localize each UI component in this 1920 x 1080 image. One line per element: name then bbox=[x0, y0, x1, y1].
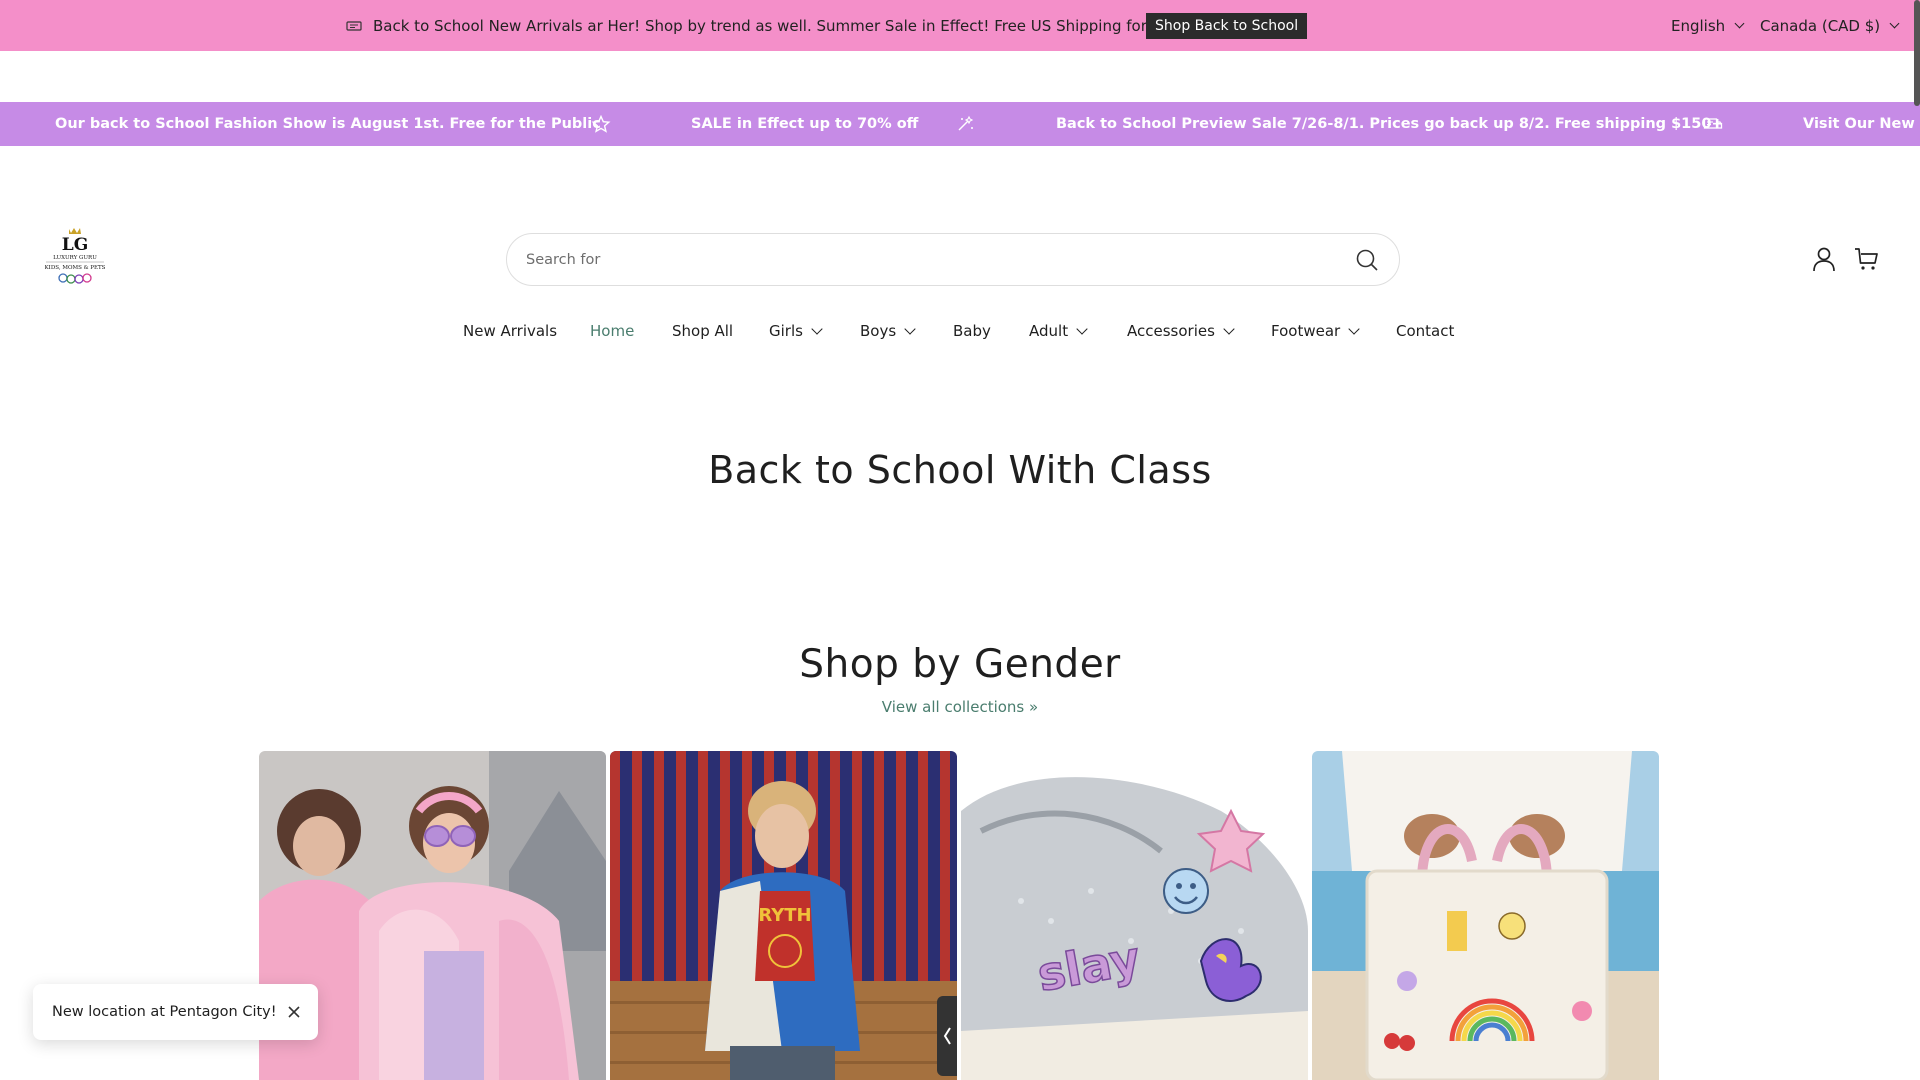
chevron-down-icon bbox=[904, 323, 916, 335]
nav-item-adult[interactable]: Adult bbox=[1029, 318, 1088, 344]
nav-item-footwear[interactable]: Footwear bbox=[1271, 318, 1360, 344]
view-all-collections-link[interactable]: View all collections » bbox=[0, 698, 1920, 716]
side-panel-toggle[interactable] bbox=[937, 996, 957, 1076]
marquee-item: Our back to School Fashion Show is Augus… bbox=[55, 116, 601, 132]
sparkle-icon bbox=[958, 115, 974, 131]
accessories-collection-image bbox=[1312, 751, 1659, 1080]
language-label: English bbox=[1671, 16, 1726, 35]
nav-item-baby[interactable]: Baby bbox=[953, 318, 991, 344]
nav-label: Girls bbox=[769, 322, 803, 340]
store-logo[interactable]: LG LUXURY GURU KIDS, MOMS & PETS bbox=[40, 226, 110, 288]
nav-item-new-arrivals[interactable]: New Arrivals bbox=[463, 318, 557, 344]
nav-label: Contact bbox=[1396, 322, 1455, 340]
chevron-down-icon bbox=[1223, 323, 1235, 335]
shop-back-to-school-button[interactable]: Shop Back to School bbox=[1146, 13, 1308, 39]
star-icon bbox=[591, 115, 611, 133]
currency-label: Canada (CAD $) bbox=[1760, 16, 1881, 35]
nav-item-girls[interactable]: Girls bbox=[769, 318, 823, 344]
svg-text:RYTH: RYTH bbox=[758, 905, 811, 926]
marquee-item: Back to School Preview Sale 7/26-8/1. Pr… bbox=[1056, 116, 1724, 132]
chevron-left-icon bbox=[943, 1027, 951, 1045]
ticket-icon bbox=[346, 20, 362, 32]
nav-item-contact[interactable]: Contact bbox=[1396, 318, 1454, 344]
nav-item-shop-all[interactable]: Shop All bbox=[672, 318, 733, 344]
search-input[interactable] bbox=[526, 251, 1326, 268]
nav-label: New Arrivals bbox=[463, 322, 558, 340]
nav-label: Home bbox=[590, 322, 635, 340]
nav-label: Boys bbox=[860, 322, 897, 340]
search-bar bbox=[506, 233, 1400, 286]
chevron-down-icon bbox=[811, 323, 823, 335]
truck-icon bbox=[1703, 118, 1723, 129]
svg-text:LG: LG bbox=[62, 235, 88, 255]
hero-title: Back to School With Class bbox=[708, 448, 1212, 492]
chevron-down-icon bbox=[1889, 18, 1900, 29]
announcement-text: Back to School New Arrivals ar Her! Shop… bbox=[373, 16, 1217, 35]
nav-label: Footwear bbox=[1271, 322, 1341, 340]
promo-marquee: Our back to School Fashion Show is Augus… bbox=[0, 102, 1920, 146]
nav-label: Shop All bbox=[672, 322, 734, 340]
toast-message: New location at Pentagon City! bbox=[52, 1004, 277, 1020]
chevron-down-icon bbox=[1348, 323, 1360, 335]
marquee-item: SALE in Effect up to 70% off bbox=[691, 116, 919, 132]
search-icon[interactable] bbox=[1355, 248, 1379, 272]
svg-text:KIDS, MOMS & PETS: KIDS, MOMS & PETS bbox=[45, 265, 106, 271]
footwear-collection-image: slay bbox=[961, 751, 1308, 1080]
collection-card-boys[interactable]: RYTH bbox=[610, 751, 957, 1080]
language-selector[interactable]: English bbox=[1671, 0, 1745, 51]
nav-label: Accessories bbox=[1127, 322, 1215, 340]
location-toast: New location at Pentagon City! bbox=[33, 984, 318, 1040]
svg-text:LUXURY GURU: LUXURY GURU bbox=[53, 255, 97, 261]
collection-card-accessories[interactable] bbox=[1312, 751, 1659, 1080]
section-title: Shop by Gender bbox=[799, 642, 1121, 687]
boys-collection-image: RYTH bbox=[610, 751, 957, 1080]
announcement-bar: Back to School New Arrivals ar Her! Shop… bbox=[0, 0, 1920, 51]
chevron-down-icon bbox=[1076, 323, 1088, 335]
chevron-down-icon bbox=[1734, 18, 1745, 29]
nav-label: Baby bbox=[953, 322, 991, 340]
account-icon[interactable] bbox=[1811, 246, 1837, 272]
nav-item-boys[interactable]: Boys bbox=[860, 318, 916, 344]
currency-selector[interactable]: Canada (CAD $) bbox=[1760, 0, 1900, 51]
marquee-item: Visit Our New Lo bbox=[1803, 116, 1920, 132]
close-icon[interactable] bbox=[286, 1004, 302, 1020]
collection-card-footwear[interactable]: slay bbox=[961, 751, 1308, 1080]
nav-item-home[interactable]: Home bbox=[590, 318, 634, 344]
page-scrollbar[interactable] bbox=[1914, 0, 1920, 106]
nav-item-accessories[interactable]: Accessories bbox=[1127, 318, 1235, 344]
announcement-message: Back to School New Arrivals ar Her! Shop… bbox=[346, 0, 1216, 51]
nav-label: Adult bbox=[1029, 322, 1069, 340]
cart-icon[interactable] bbox=[1854, 246, 1880, 272]
